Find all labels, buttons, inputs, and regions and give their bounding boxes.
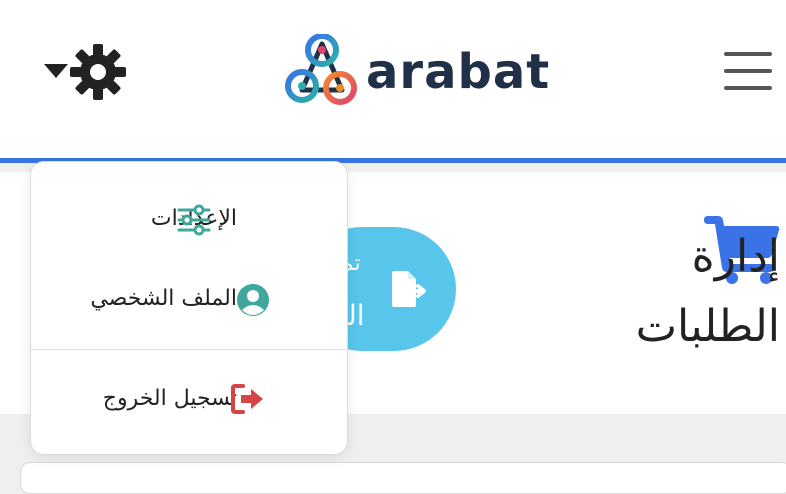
user-circle-icon: [237, 284, 269, 316]
hamburger-bar: [724, 69, 772, 73]
hamburger-bar: [724, 52, 772, 56]
hamburger-bar: [724, 86, 772, 90]
page-title: إدارة الطلبات: [580, 222, 780, 362]
sign-out-icon: [231, 384, 263, 414]
menu-item-profile-label: الملف الشخصي: [90, 286, 237, 311]
hamburger-menu-button[interactable]: [724, 52, 772, 90]
menu-item-logout-label: تسجيل الخروج: [102, 386, 237, 411]
menu-item-profile[interactable]: الملف الشخصي: [31, 270, 347, 330]
menu-item-settings[interactable]: الإعدادات: [31, 190, 347, 250]
logo-mark-icon: [285, 34, 357, 105]
page-title-line1: إدارة: [691, 231, 780, 282]
settings-dropdown-toggle[interactable]: [44, 44, 126, 100]
menu-divider: [31, 349, 347, 350]
content-panel: [20, 462, 786, 494]
brand-logo[interactable]: arabat: [284, 34, 554, 110]
gear-icon: [70, 44, 126, 100]
file-export-icon: [392, 271, 426, 307]
settings-dropdown-menu: الإعدادات الملف الشخصي تسجيل الخروج: [30, 161, 348, 455]
sliders-icon: [177, 204, 211, 236]
top-navbar: arabat: [0, 0, 786, 158]
menu-item-logout[interactable]: تسجيل الخروج: [31, 370, 347, 430]
page-title-line2: الطلبات: [635, 301, 780, 352]
brand-name: arabat: [366, 44, 551, 100]
caret-down-icon: [44, 64, 68, 78]
